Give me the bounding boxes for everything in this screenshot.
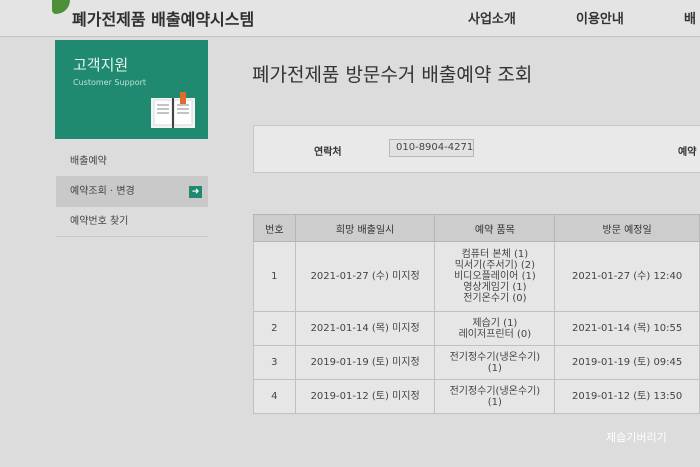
item-line: 제습기 (1) bbox=[472, 317, 518, 329]
cell-date: 2021-01-14 (목) 미지정 bbox=[294, 311, 436, 346]
cell-visit: 2021-01-14 (목) 10:55 bbox=[554, 311, 700, 346]
col-header-items: 예약 품목 bbox=[434, 214, 556, 242]
side-menu: 배출예약 예약조회 · 변경 ➜ 예약번호 찾기 bbox=[56, 147, 208, 237]
header: 폐가전제품 배출예약시스템 사업소개 이용안내 배 bbox=[0, 0, 700, 37]
col-header-date: 희망 배출일시 bbox=[294, 214, 436, 242]
item-line: 레이저프린터 (0) bbox=[458, 328, 532, 340]
search-box: 연락처 010-8904-4271 예약 bbox=[253, 125, 700, 173]
table-row[interactable]: 3 2019-01-19 (토) 미지정 전기정수기(냉온수기) (1) 201… bbox=[253, 345, 700, 380]
item-line: 전기정수기(냉온수기) bbox=[449, 385, 541, 397]
item-line: 믹서기(주서기) (2) bbox=[454, 260, 536, 271]
cell-visit: 2021-01-27 (수) 12:40 bbox=[554, 241, 700, 312]
arrow-right-icon: ➜ bbox=[189, 186, 202, 198]
watermark-text: 제습기버리기 bbox=[606, 431, 667, 444]
item-line: 전기정수기(냉온수기) bbox=[449, 351, 541, 363]
contact-input[interactable]: 010-8904-4271 bbox=[389, 139, 474, 157]
cell-date: 2019-01-19 (토) 미지정 bbox=[294, 345, 436, 380]
side-item-find-number[interactable]: 예약번호 찾기 bbox=[56, 207, 208, 237]
side-item-label: 예약조회 · 변경 bbox=[70, 186, 135, 197]
cell-date: 2021-01-27 (수) 미지정 bbox=[294, 241, 436, 312]
item-line: (1) bbox=[487, 396, 502, 408]
nav-item-reservation[interactable]: 배 bbox=[684, 8, 696, 27]
item-line: (1) bbox=[487, 362, 502, 374]
item-line: 컴퓨터 본체 (1) bbox=[461, 249, 529, 260]
logo-leaf-icon bbox=[52, 0, 70, 14]
item-line: 전기온수기 (0) bbox=[463, 293, 527, 304]
side-item-lookup-change[interactable]: 예약조회 · 변경 ➜ bbox=[56, 177, 208, 207]
cell-no: 4 bbox=[253, 379, 296, 414]
reservation-table: 번호 희망 배출일시 예약 품목 방문 예정일 1 2021-01-27 (수)… bbox=[253, 214, 700, 414]
item-line: 비디오플레이어 (1) bbox=[453, 271, 536, 282]
cell-date: 2019-01-12 (토) 미지정 bbox=[294, 379, 436, 414]
item-line: 영상게임기 (1) bbox=[463, 282, 527, 293]
cell-items: 전기정수기(냉온수기) (1) bbox=[434, 345, 556, 380]
table-header-row: 번호 희망 배출일시 예약 품목 방문 예정일 bbox=[253, 214, 700, 242]
contact-label: 연락처 bbox=[314, 147, 342, 158]
cell-items: 제습기 (1) 레이저프린터 (0) bbox=[434, 311, 556, 346]
cell-no: 1 bbox=[253, 241, 296, 312]
site-title[interactable]: 폐가전제품 배출예약시스템 bbox=[72, 6, 254, 30]
banner-subtitle: Customer Support bbox=[73, 78, 147, 87]
col-header-visit: 방문 예정일 bbox=[554, 214, 700, 242]
side-item-label: 배출예약 bbox=[70, 156, 107, 167]
page-title: 폐가전제품 방문수거 배출예약 조회 bbox=[252, 64, 533, 86]
book-icon bbox=[151, 92, 195, 128]
table-row[interactable]: 2 2021-01-14 (목) 미지정 제습기 (1) 레이저프린터 (0) … bbox=[253, 311, 700, 346]
cell-visit: 2019-01-19 (토) 09:45 bbox=[554, 345, 700, 380]
cell-no: 2 bbox=[253, 311, 296, 346]
cell-no: 3 bbox=[253, 345, 296, 380]
table-row[interactable]: 1 2021-01-27 (수) 미지정 컴퓨터 본체 (1) 믹서기(주서기)… bbox=[253, 241, 700, 312]
side-item-reservation[interactable]: 배출예약 bbox=[56, 147, 208, 177]
customer-support-banner: 고객지원 Customer Support bbox=[55, 40, 208, 139]
cell-visit: 2019-01-12 (토) 13:50 bbox=[554, 379, 700, 414]
reservation-label: 예약 bbox=[678, 147, 697, 158]
col-header-no: 번호 bbox=[253, 214, 296, 242]
cell-items: 전기정수기(냉온수기) (1) bbox=[434, 379, 556, 414]
side-item-label: 예약번호 찾기 bbox=[70, 216, 129, 227]
banner-title: 고객지원 bbox=[73, 56, 129, 74]
cell-items: 컴퓨터 본체 (1) 믹서기(주서기) (2) 비디오플레이어 (1) 영상게임… bbox=[434, 241, 556, 312]
nav-item-business[interactable]: 사업소개 bbox=[468, 8, 516, 27]
table-row[interactable]: 4 2019-01-12 (토) 미지정 전기정수기(냉온수기) (1) 201… bbox=[253, 379, 700, 414]
nav-item-guide[interactable]: 이용안내 bbox=[576, 8, 624, 27]
